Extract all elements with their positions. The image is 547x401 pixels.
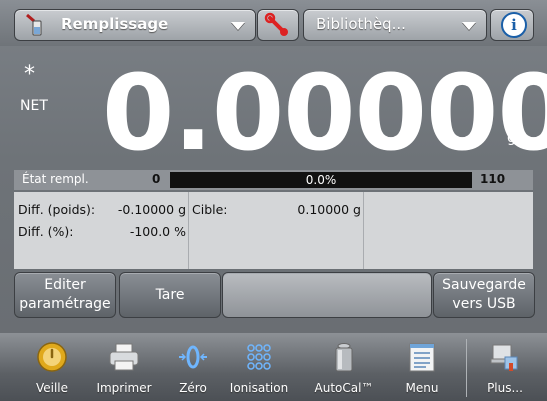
info-cell-difference: Diff. (poids): -0.10000 g Diff. (%): -10… — [14, 192, 189, 269]
toolbar-more[interactable]: Plus... — [472, 337, 538, 399]
target-label: Cible: — [192, 202, 228, 217]
chevron-down-icon — [231, 22, 245, 30]
weight-value: 0.00000 — [102, 52, 547, 174]
info-cell-target: Cible: 0.10000 g — [189, 192, 364, 269]
bottom-toolbar: Veille Imprimer Zéro Ionisation AutoCal™… — [0, 333, 547, 401]
edit-settings-button[interactable]: Editer paramétrage — [14, 272, 116, 318]
application-label: Remplissage — [61, 15, 169, 33]
toolbar-ionization[interactable]: Ionisation — [226, 337, 292, 399]
toolbar-zero[interactable]: Zéro — [160, 337, 226, 399]
toolbar-divider — [466, 339, 467, 397]
progress-percent: 0.0% — [305, 173, 337, 187]
edit-settings-line1: Editer — [44, 277, 86, 293]
zero-icon — [179, 345, 207, 369]
info-icon: i — [501, 12, 527, 38]
toolbar-label: Zéro — [179, 381, 207, 395]
wrench-icon — [264, 12, 288, 36]
progress-min: 0 — [152, 172, 161, 186]
edit-settings-line2: paramétrage — [19, 296, 111, 312]
save-to-usb-button[interactable]: Sauvegarde vers USB — [433, 272, 535, 318]
toolbar-label: AutoCal™ — [314, 381, 374, 395]
standby-icon — [37, 342, 67, 372]
tools-button[interactable] — [257, 9, 299, 41]
tare-label: Tare — [155, 287, 185, 303]
progress-label: État rempl. — [22, 172, 89, 186]
calibration-weight-icon — [335, 343, 353, 372]
toolbar-label: Ionisation — [229, 381, 289, 395]
tare-button[interactable]: Tare — [119, 272, 221, 318]
toolbar-print[interactable]: Imprimer — [91, 337, 157, 399]
menu-icon — [409, 343, 435, 372]
save-usb-line1: Sauvegarde — [442, 277, 526, 293]
diff-weight-value: -0.10000 g — [117, 202, 186, 217]
filling-app-icon — [26, 13, 42, 36]
more-icon — [490, 344, 518, 371]
diff-weight-label: Diff. (poids): — [18, 202, 96, 217]
diff-percent-label: Diff. (%): — [18, 224, 74, 239]
save-usb-line2: vers USB — [452, 296, 516, 312]
progress-bar: 0.0% — [170, 172, 472, 188]
progress-max: 110 — [480, 172, 506, 186]
library-selector[interactable]: Bibliothèq... — [303, 9, 487, 41]
library-label: Bibliothèq... — [316, 15, 406, 33]
target-value: 0.10000 g — [297, 202, 361, 217]
empty-button-slot — [222, 272, 432, 318]
toolbar-standby[interactable]: Veille — [19, 337, 85, 399]
toolbar-label: Plus... — [487, 381, 523, 395]
toolbar-autocal[interactable]: AutoCal™ — [311, 337, 377, 399]
unit-label[interactable]: g — [507, 130, 516, 146]
toolbar-label: Menu — [405, 381, 439, 395]
top-bar: Remplissage Bibliothèq... i — [0, 0, 547, 46]
weight-readout: * NET 0.00000 g — [0, 48, 547, 168]
info-button[interactable]: i — [490, 9, 534, 41]
application-info-panel: Diff. (poids): -0.10000 g Diff. (%): -10… — [14, 192, 533, 269]
ionizer-icon — [247, 344, 271, 370]
info-cell-empty — [364, 192, 533, 269]
toolbar-label: Veille — [35, 381, 69, 395]
toolbar-label: Imprimer — [96, 381, 152, 395]
printer-icon — [109, 343, 139, 371]
fill-progress-strip: État rempl. 0 0.0% 110 — [14, 170, 533, 190]
stability-marker: * — [24, 62, 35, 87]
chevron-down-icon — [462, 22, 476, 30]
toolbar-menu[interactable]: Menu — [389, 337, 455, 399]
diff-percent-value: -100.0 % — [129, 224, 186, 239]
action-button-row: Editer paramétrage Tare Sauvegarde vers … — [14, 272, 535, 320]
application-selector[interactable]: Remplissage — [14, 9, 256, 41]
net-label: NET — [20, 98, 48, 114]
balance-screen: Remplissage Bibliothèq... i * NET 0.0000… — [0, 0, 547, 401]
